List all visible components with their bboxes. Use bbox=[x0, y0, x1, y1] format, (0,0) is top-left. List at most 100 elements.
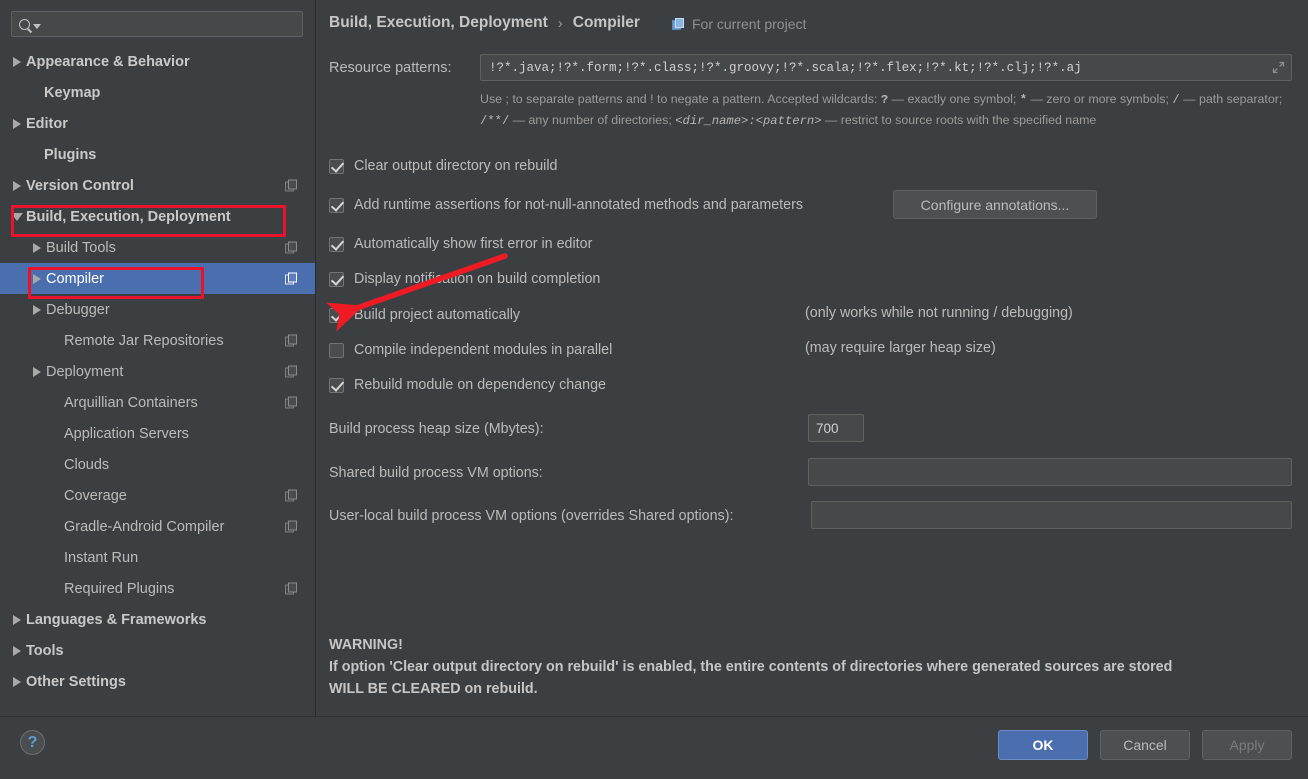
help-text-1: Use ; to separate patterns and ! to nega… bbox=[480, 92, 881, 106]
input-shared-build-process-vm-options[interactable] bbox=[808, 458, 1292, 486]
expand-icon[interactable] bbox=[1272, 61, 1285, 74]
sidebar-item-coverage[interactable]: Coverage bbox=[0, 480, 315, 511]
checkbox-build-project-automatically[interactable]: Build project automatically bbox=[329, 305, 520, 325]
sidebar-item-gradle-android-compiler[interactable]: Gradle-Android Compiler bbox=[0, 511, 315, 542]
search-input[interactable] bbox=[41, 16, 302, 32]
input-build-process-heap-size-mbytes[interactable] bbox=[808, 414, 864, 442]
sidebar-item-other-settings[interactable]: Other Settings bbox=[0, 666, 315, 697]
sidebar-item-deployment[interactable]: Deployment bbox=[0, 356, 315, 387]
sidebar-item-plugins[interactable]: Plugins bbox=[0, 139, 315, 170]
checkbox-checked-icon[interactable] bbox=[329, 158, 344, 174]
chevron-right-icon[interactable] bbox=[8, 645, 26, 656]
sidebar-item-label: Deployment bbox=[46, 363, 124, 380]
warning-line-2: If option 'Clear output directory on reb… bbox=[329, 659, 1173, 675]
sidebar-item-label: Coverage bbox=[64, 487, 127, 504]
checkbox-checked-icon[interactable] bbox=[329, 377, 344, 393]
checkbox-label: Rebuild module on dependency change bbox=[354, 377, 606, 393]
chevron-down-icon[interactable] bbox=[8, 212, 26, 221]
sidebar-item-label: Application Servers bbox=[64, 425, 189, 442]
checkbox-add-runtime-assertions-for-not-null-annotated-methods-and-parameters[interactable]: Add runtime assertions for not-null-anno… bbox=[329, 195, 803, 215]
breadcrumb-root[interactable]: Build, Execution, Deployment bbox=[329, 14, 548, 32]
checkbox-checked-icon[interactable] bbox=[329, 271, 344, 287]
chevron-right-icon[interactable] bbox=[8, 118, 26, 129]
chevron-right-icon[interactable] bbox=[8, 614, 26, 625]
help-text-2: — exactly one symbol; bbox=[888, 92, 1020, 106]
help-text-6: — any number of directories; bbox=[509, 112, 676, 127]
chevron-right-icon[interactable] bbox=[28, 366, 46, 377]
sidebar-item-label: Appearance & Behavior bbox=[26, 53, 190, 70]
sidebar-item-build-tools[interactable]: Build Tools bbox=[0, 232, 315, 263]
help-wildcard-star: * bbox=[1019, 93, 1028, 107]
hint-compile-independent-modules-in-parallel: (may require larger heap size) bbox=[805, 340, 996, 356]
sidebar-item-label: Build, Execution, Deployment bbox=[26, 208, 231, 225]
chevron-right-icon[interactable] bbox=[8, 676, 26, 687]
sidebar-item-compiler[interactable]: Compiler bbox=[0, 263, 315, 294]
ok-button[interactable]: OK bbox=[998, 730, 1088, 760]
chevron-right-icon[interactable] bbox=[28, 242, 46, 253]
checkbox-label: Automatically show first error in editor bbox=[354, 236, 593, 252]
scope-label: For current project bbox=[692, 16, 807, 32]
sidebar-item-label: Version Control bbox=[26, 177, 134, 194]
sidebar-item-arquillian-containers[interactable]: Arquillian Containers bbox=[0, 387, 315, 418]
project-settings-icon bbox=[285, 272, 298, 285]
sidebar-item-clouds[interactable]: Clouds bbox=[0, 449, 315, 480]
apply-button[interactable]: Apply bbox=[1202, 730, 1292, 760]
sidebar-item-label: Compiler bbox=[46, 270, 105, 287]
checkbox-checked-icon[interactable] bbox=[329, 197, 344, 213]
chevron-right-icon[interactable] bbox=[8, 180, 26, 191]
checkbox-checked-icon[interactable] bbox=[329, 307, 344, 323]
chevron-right-icon[interactable] bbox=[28, 273, 46, 284]
sidebar-item-tools[interactable]: Tools bbox=[0, 635, 315, 666]
sidebar-item-build-execution-deployment[interactable]: Build, Execution, Deployment bbox=[0, 201, 315, 232]
cancel-button[interactable]: Cancel bbox=[1100, 730, 1190, 760]
sidebar-item-label: Clouds bbox=[64, 456, 110, 473]
sidebar-item-label: Required Plugins bbox=[64, 580, 175, 597]
sidebar-item-label: Instant Run bbox=[64, 549, 139, 566]
breadcrumb-separator: › bbox=[557, 14, 563, 32]
checkbox-compile-independent-modules-in-parallel[interactable]: Compile independent modules in parallel bbox=[329, 340, 612, 360]
sidebar-item-label: Remote Jar Repositories bbox=[64, 332, 224, 349]
project-settings-icon bbox=[285, 365, 298, 378]
sidebar-item-label: Languages & Frameworks bbox=[26, 611, 207, 628]
sidebar-item-keymap[interactable]: Keymap bbox=[0, 77, 315, 108]
help-button[interactable]: ? bbox=[20, 730, 45, 755]
sidebar-item-version-control[interactable]: Version Control bbox=[0, 170, 315, 201]
sidebar-item-label: Gradle-Android Compiler bbox=[64, 518, 225, 535]
chevron-right-icon[interactable] bbox=[28, 304, 46, 315]
checkbox-label: Clear output directory on rebuild bbox=[354, 158, 558, 174]
checkbox-unchecked-icon[interactable] bbox=[329, 342, 344, 358]
help-globstar: /**/ bbox=[480, 113, 510, 128]
sidebar-item-remote-jar-repositories[interactable]: Remote Jar Repositories bbox=[0, 325, 315, 356]
sidebar-item-editor[interactable]: Editor bbox=[0, 108, 315, 139]
chevron-right-icon[interactable] bbox=[8, 56, 26, 67]
checkbox-label: Add runtime assertions for not-null-anno… bbox=[354, 197, 804, 213]
checkbox-rebuild-module-on-dependency-change[interactable]: Rebuild module on dependency change bbox=[329, 375, 606, 395]
breadcrumb: Build, Execution, Deployment › Compiler bbox=[329, 14, 640, 32]
help-text-8: the specified name bbox=[992, 112, 1097, 127]
search-box[interactable] bbox=[11, 11, 303, 37]
label-build-process-heap-size-mbytes: Build process heap size (Mbytes): bbox=[329, 421, 544, 437]
sidebar-item-debugger[interactable]: Debugger bbox=[0, 294, 315, 325]
checkbox-display-notification-on-build-completion[interactable]: Display notification on build completion bbox=[329, 269, 600, 289]
sidebar-item-label: Arquillian Containers bbox=[64, 394, 198, 411]
configure-annotations-button[interactable]: Configure annotations... bbox=[893, 190, 1097, 219]
checkbox-automatically-show-first-error-in-editor[interactable]: Automatically show first error in editor bbox=[329, 234, 592, 254]
checkbox-checked-icon[interactable] bbox=[329, 236, 344, 252]
sidebar-item-application-servers[interactable]: Application Servers bbox=[0, 418, 315, 449]
sidebar-item-appearance-behavior[interactable]: Appearance & Behavior bbox=[0, 46, 315, 77]
resource-patterns-field[interactable] bbox=[480, 54, 1292, 81]
project-settings-icon bbox=[285, 334, 298, 347]
warning-line-3: WILL BE CLEARED on rebuild. bbox=[329, 681, 538, 697]
input-user-local-build-process-vm-options-overrides-shared-options[interactable] bbox=[811, 501, 1292, 529]
checkbox-label: Compile independent modules in parallel bbox=[354, 342, 613, 358]
checkbox-clear-output-directory-on-rebuild[interactable]: Clear output directory on rebuild bbox=[329, 156, 557, 176]
sidebar-item-instant-run[interactable]: Instant Run bbox=[0, 542, 315, 573]
sidebar-item-required-plugins[interactable]: Required Plugins bbox=[0, 573, 315, 604]
resource-patterns-input[interactable] bbox=[487, 59, 1272, 76]
resource-patterns-label: Resource patterns: bbox=[329, 60, 452, 76]
sidebar-item-languages-frameworks[interactable]: Languages & Frameworks bbox=[0, 604, 315, 635]
